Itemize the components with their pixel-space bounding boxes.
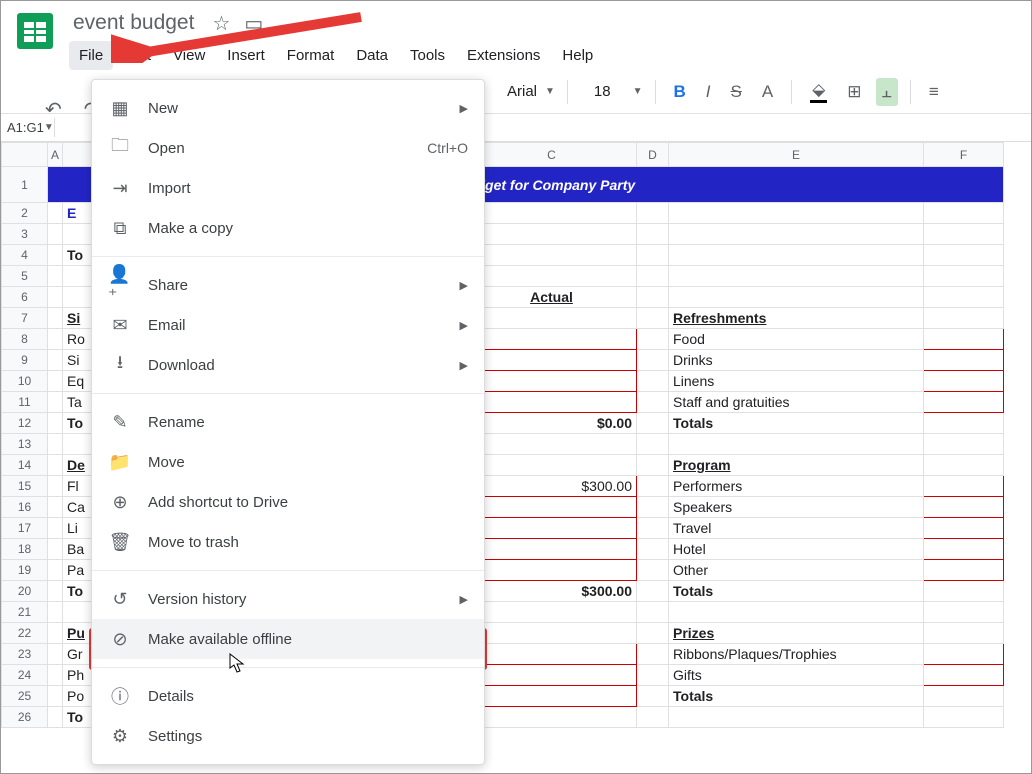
undo-icon[interactable]: ↶	[45, 97, 62, 122]
history-icon: ↺	[108, 587, 132, 611]
gear-icon: ⚙	[108, 724, 132, 748]
bold-button[interactable]: B	[668, 78, 692, 106]
menu-download[interactable]: ⭳ Download ▶	[92, 345, 484, 385]
col-header[interactable]: D	[637, 143, 669, 167]
offline-icon: ⊘	[108, 627, 132, 651]
menu-make-available-offline[interactable]: ⊘ Make available offline	[92, 619, 484, 659]
menu-version-history[interactable]: ↺ Version history ▶	[92, 579, 484, 619]
submenu-arrow-icon: ▶	[460, 593, 468, 606]
menu-rename[interactable]: ✎ Rename	[92, 402, 484, 442]
share-icon: 👤⁺	[108, 273, 132, 297]
text-color-button[interactable]: A	[756, 78, 779, 106]
menu-format[interactable]: Format	[277, 41, 345, 70]
col-header[interactable]: F	[924, 143, 1004, 167]
chevron-down-icon[interactable]: ▼	[545, 86, 555, 97]
cursor-icon	[229, 653, 247, 680]
menu-extensions[interactable]: Extensions	[457, 41, 550, 70]
menu-share[interactable]: 👤⁺ Share ▶	[92, 265, 484, 305]
menu-tools[interactable]: Tools	[400, 41, 455, 70]
strikethrough-button[interactable]: S	[725, 78, 748, 106]
menu-open[interactable]: 🗀 Open Ctrl+O	[92, 128, 484, 168]
menu-import[interactable]: ⇥ Import	[92, 168, 484, 208]
document-title[interactable]: event budget	[69, 9, 198, 37]
menu-edit[interactable]: Edit	[115, 41, 161, 70]
sheets-logo[interactable]	[17, 13, 57, 53]
copy-icon: ⧉	[108, 216, 132, 240]
font-family-selector[interactable]: Arial	[507, 83, 537, 100]
font-size-selector[interactable]: 18	[580, 83, 625, 100]
col-header[interactable]: C	[467, 143, 637, 167]
download-icon: ⭳	[108, 353, 132, 377]
file-menu-dropdown: ▦ New ▶ 🗀 Open Ctrl+O ⇥ Import ⧉ Make a …	[91, 79, 485, 765]
import-icon: ⇥	[108, 176, 132, 200]
italic-button[interactable]: I	[700, 78, 717, 106]
move-icon: 📁	[108, 450, 132, 474]
menu-email[interactable]: ✉ Email ▶	[92, 305, 484, 345]
submenu-arrow-icon: ▶	[460, 279, 468, 292]
rename-icon: ✎	[108, 410, 132, 434]
menu-insert[interactable]: Insert	[217, 41, 275, 70]
name-box-value: A1:G1	[7, 120, 44, 135]
email-icon: ✉	[108, 313, 132, 337]
menu-view[interactable]: View	[163, 41, 215, 70]
fill-color-button[interactable]: ⬙	[804, 76, 833, 107]
submenu-arrow-icon: ▶	[460, 359, 468, 372]
menu-file[interactable]: File	[69, 41, 113, 70]
star-icon[interactable]: ☆	[212, 11, 230, 36]
menu-data[interactable]: Data	[346, 41, 398, 70]
new-icon: ▦	[108, 96, 132, 120]
menu-add-shortcut[interactable]: ⊕ Add shortcut to Drive	[92, 482, 484, 522]
borders-button[interactable]: ⊞	[841, 78, 867, 106]
menu-settings[interactable]: ⚙ Settings	[92, 716, 484, 756]
info-icon: ⓘ	[108, 684, 132, 708]
menu-new[interactable]: ▦ New ▶	[92, 88, 484, 128]
menu-make-copy[interactable]: ⧉ Make a copy	[92, 208, 484, 248]
trash-icon: 🗑	[108, 530, 132, 554]
menu-move-to-trash[interactable]: 🗑 Move to trash	[92, 522, 484, 562]
menu-help[interactable]: Help	[552, 41, 603, 70]
move-folder-icon[interactable]: ▭	[244, 11, 263, 36]
add-shortcut-icon: ⊕	[108, 490, 132, 514]
submenu-arrow-icon: ▶	[460, 319, 468, 332]
chevron-down-icon[interactable]: ▼	[44, 122, 54, 133]
menubar: File Edit View Insert Format Data Tools …	[69, 41, 603, 70]
col-header[interactable]: E	[669, 143, 924, 167]
select-all-corner[interactable]	[2, 143, 48, 167]
chevron-down-icon[interactable]: ▼	[633, 86, 643, 97]
folder-icon: 🗀	[108, 136, 132, 160]
submenu-arrow-icon: ▶	[460, 102, 468, 115]
align-button[interactable]: ≡	[923, 78, 945, 106]
merge-cells-button[interactable]: ⫠	[876, 78, 898, 106]
col-header[interactable]: A	[48, 143, 63, 167]
menu-move[interactable]: 📁 Move	[92, 442, 484, 482]
menu-details[interactable]: ⓘ Details	[92, 676, 484, 716]
